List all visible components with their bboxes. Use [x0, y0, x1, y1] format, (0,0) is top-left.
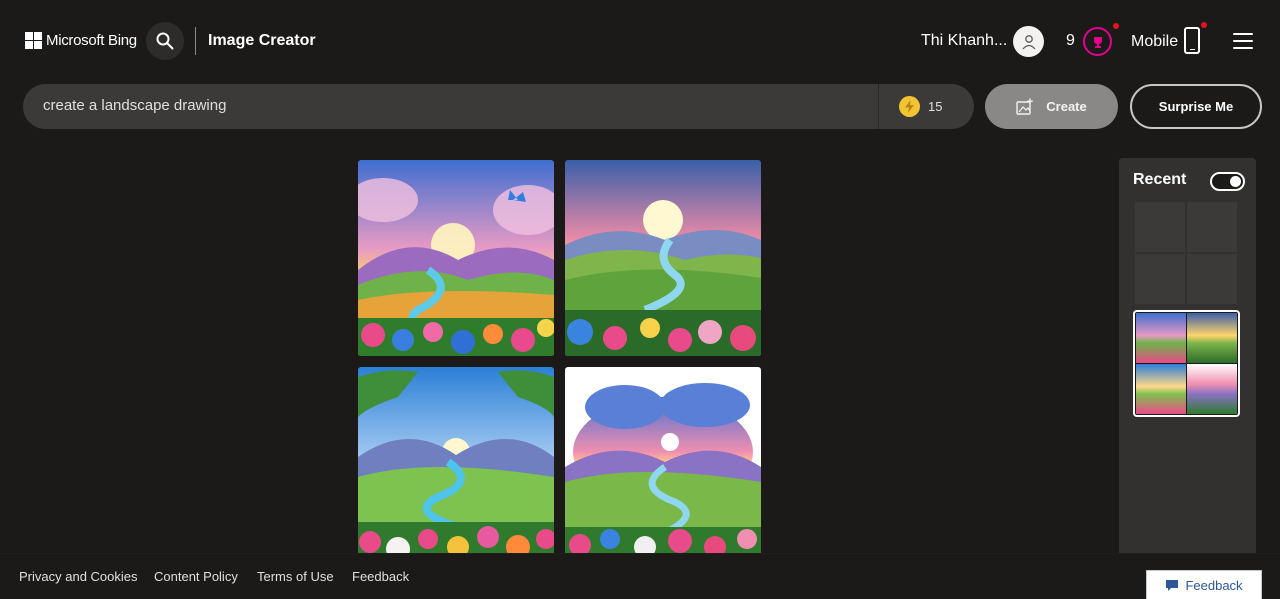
header-divider — [195, 27, 196, 55]
generated-image-4[interactable] — [565, 367, 761, 563]
rewards-notification-dot — [1113, 23, 1119, 29]
feedback-link[interactable]: Feedback — [352, 569, 409, 584]
boost-coin-icon[interactable] — [899, 96, 920, 117]
create-button-label: Create — [1046, 99, 1087, 114]
recent-toggle[interactable] — [1210, 172, 1245, 191]
terms-link[interactable]: Terms of Use — [257, 569, 334, 584]
user-icon — [1022, 34, 1035, 49]
boost-count: 15 — [928, 99, 943, 114]
search-icon — [156, 32, 174, 50]
hamburger-menu-icon[interactable] — [1233, 33, 1253, 49]
footer: Privacy and Cookies Content Policy Terms… — [0, 553, 1280, 599]
mobile-phone-icon[interactable] — [1184, 27, 1200, 54]
app-title[interactable]: Image Creator — [208, 32, 316, 50]
generated-image-2[interactable] — [565, 160, 761, 356]
user-name[interactable]: Thi Khanh... — [921, 32, 1007, 50]
avatar[interactable] — [1013, 26, 1044, 57]
brand-name: Microsoft Bing — [46, 32, 137, 49]
prompt-input[interactable] — [43, 97, 863, 114]
generated-image-1[interactable] — [358, 160, 554, 356]
feedback-button[interactable]: Feedback — [1146, 570, 1262, 599]
top-header: Microsoft Bing Image Creator Thi Khanh..… — [0, 0, 1280, 80]
chat-bubble-icon — [1166, 579, 1179, 591]
recent-item-thumbnail[interactable] — [1133, 310, 1240, 417]
content-policy-link[interactable]: Content Policy — [154, 569, 238, 584]
recent-placeholder — [1135, 202, 1237, 304]
microsoft-logo-icon — [25, 32, 42, 49]
mobile-label[interactable]: Mobile — [1131, 33, 1178, 51]
rewards-trophy-icon[interactable] — [1083, 27, 1112, 56]
mobile-notification-dot — [1201, 22, 1207, 28]
recent-panel: Recent — [1119, 158, 1256, 558]
surprise-me-button[interactable]: Surprise Me — [1130, 84, 1262, 129]
rewards-count[interactable]: 9 — [1066, 32, 1075, 50]
privacy-link[interactable]: Privacy and Cookies — [19, 569, 138, 584]
microsoft-bing-logo[interactable]: Microsoft Bing — [25, 32, 137, 49]
generated-image-3[interactable] — [358, 367, 554, 563]
feedback-button-label: Feedback — [1185, 577, 1243, 593]
search-button[interactable] — [146, 22, 184, 60]
recent-title: Recent — [1133, 171, 1187, 188]
prompt-bar: 15 — [23, 84, 974, 129]
prompt-divider — [878, 84, 879, 129]
image-plus-icon — [1016, 98, 1034, 115]
create-button[interactable]: Create — [985, 84, 1118, 129]
